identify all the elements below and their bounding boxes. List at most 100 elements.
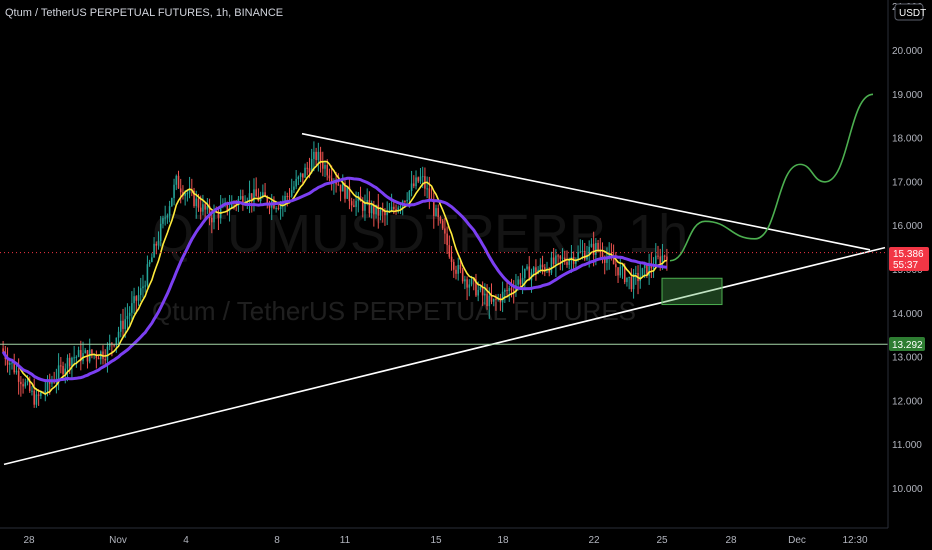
candle-body (22, 384, 24, 387)
candle-body (461, 269, 464, 282)
price-tick-label: 12.000 (892, 396, 923, 407)
candle-body (550, 257, 553, 273)
candle-body (173, 184, 175, 199)
time-tick-label: 8 (274, 535, 280, 546)
candle-body (377, 204, 380, 216)
candle-body (142, 286, 144, 289)
candle-body (315, 151, 317, 161)
candle-body (441, 220, 444, 229)
candle-body (426, 188, 428, 190)
candle-body (20, 381, 22, 385)
candle-body (366, 200, 368, 203)
candle-body (139, 288, 142, 296)
currency-button[interactable]: USDT (894, 3, 926, 21)
price-tick-label: 16.000 (892, 221, 923, 232)
candle-body (57, 365, 60, 379)
candle-body (31, 390, 33, 392)
candle-body (159, 223, 162, 242)
price-tick-label: 20.000 (892, 46, 923, 57)
candle-body (470, 278, 473, 285)
candle-body (621, 266, 624, 268)
candle-body (635, 272, 637, 274)
candle-body (60, 365, 62, 367)
candle-body (324, 165, 326, 169)
candle-body (124, 319, 126, 329)
time-tick-label: 18 (497, 535, 509, 546)
candle-body (304, 167, 306, 178)
candle-body (615, 264, 617, 268)
price-tick-label: 10.000 (892, 484, 923, 495)
candle-body (135, 296, 138, 301)
candle-body (171, 198, 173, 207)
candle-body (177, 175, 180, 189)
candle-body (11, 362, 13, 364)
candle-body (657, 255, 659, 257)
candle-body (144, 285, 146, 287)
candle-body (151, 257, 153, 263)
candle-body (44, 390, 47, 393)
candle-body (295, 179, 297, 187)
candle-body (202, 204, 204, 212)
candle-body (506, 290, 508, 292)
candle-body (166, 215, 169, 218)
candle-body (355, 200, 357, 207)
candle-body (663, 255, 666, 257)
candle-body (306, 167, 309, 169)
candle-body (17, 370, 20, 382)
chart-canvas[interactable]: QTUMUSDTPERP, 1h Qtum / TetherUS PERPETU… (0, 0, 932, 550)
candle-body (459, 264, 462, 270)
price-tick-label: 14.000 (892, 309, 923, 320)
candle-body (492, 298, 495, 302)
time-tick-label: 25 (656, 535, 668, 546)
candle-body (626, 277, 628, 283)
candle-body (468, 284, 471, 288)
candle-body (179, 188, 182, 193)
candle-body (404, 201, 406, 203)
price-tick-label: 17.000 (892, 177, 923, 188)
candle-body (597, 242, 599, 250)
last-price-value: 15.386 (893, 249, 924, 260)
price-tick-label: 18.000 (892, 134, 923, 145)
candle-body (557, 255, 559, 257)
candle-body (322, 162, 324, 169)
candle-body (77, 350, 80, 357)
candle-body (346, 186, 348, 199)
time-tick-label: 15 (430, 535, 442, 546)
candle-body (501, 291, 504, 303)
candle-body (433, 200, 435, 216)
candle-body (24, 382, 27, 387)
candle-body (568, 260, 570, 265)
candle-body (197, 198, 200, 208)
candle-body (410, 183, 413, 192)
candle-body (413, 183, 415, 187)
candle-body (62, 366, 64, 375)
candle-body (495, 298, 497, 300)
candle-body (133, 296, 135, 304)
candle-body (155, 243, 158, 246)
candle-body (313, 151, 315, 159)
last-price-badge: 15.386 55:37 (889, 247, 929, 271)
symbol-header[interactable]: Qtum / TetherUS PERPETUAL FUTURES, 1h, B… (5, 7, 283, 19)
candle-body (26, 380, 29, 383)
candle-body (206, 206, 209, 210)
candle-body (137, 295, 140, 301)
candle-body (590, 243, 593, 247)
candle-body (659, 256, 662, 264)
time-tick-label: 22 (588, 535, 600, 546)
candle-body (393, 206, 395, 210)
candle-body (421, 176, 424, 178)
candle-body (108, 343, 111, 347)
candle-body (457, 264, 459, 274)
candle-body (643, 264, 646, 269)
candle-body (117, 331, 120, 338)
candle-body (146, 264, 149, 286)
candle-body (293, 186, 295, 191)
candle-body (619, 266, 622, 276)
candle-body (35, 394, 38, 405)
candle-body (186, 193, 189, 195)
candle-body (164, 217, 166, 219)
candle-body (255, 189, 257, 197)
candle-body (353, 205, 355, 207)
candle-body (577, 252, 579, 260)
candle-body (337, 184, 340, 186)
